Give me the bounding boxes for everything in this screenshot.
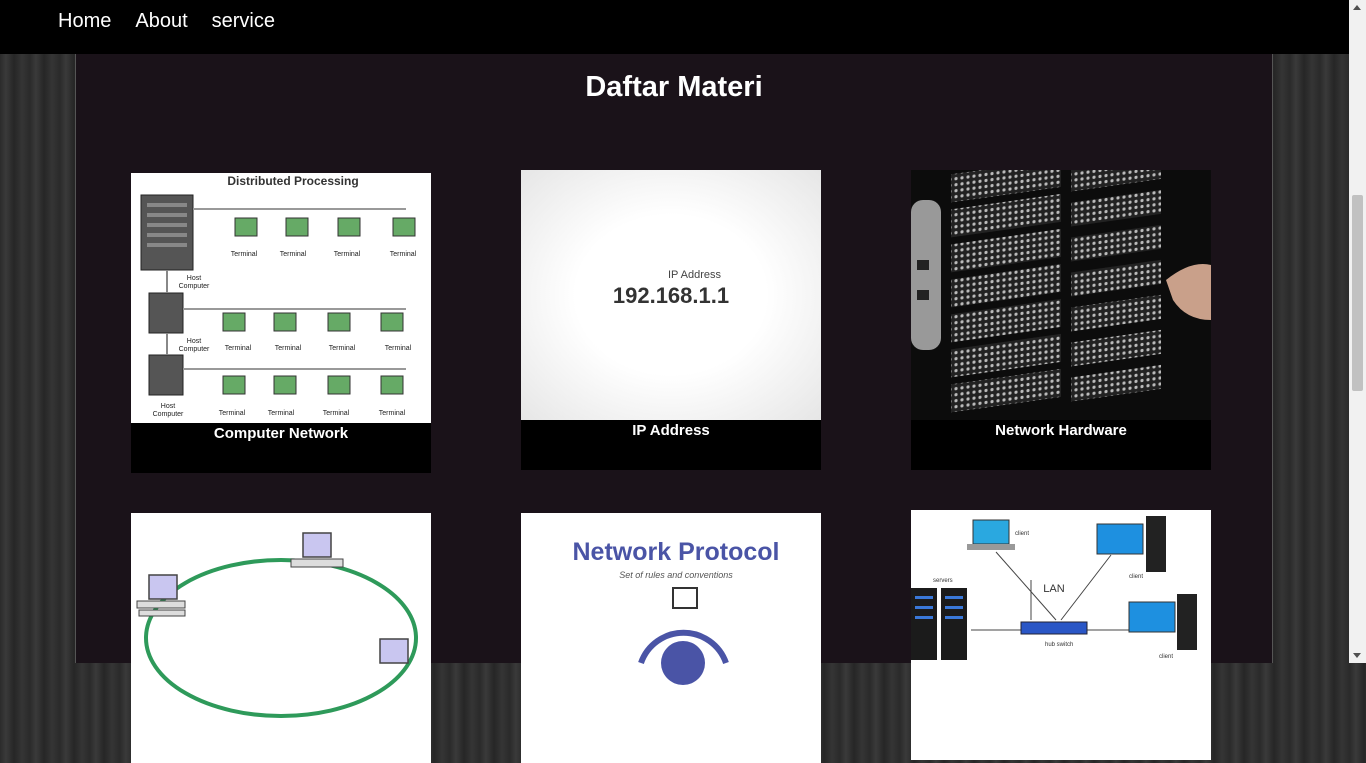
vertical-scrollbar[interactable] — [1349, 0, 1366, 663]
ip-caption: IP Address — [668, 269, 721, 281]
scroll-up-arrow-icon[interactable] — [1353, 5, 1361, 10]
card-network-protocol[interactable]: Network Protocol Set of rules and conven… — [521, 513, 821, 763]
protocol-subtitle: Set of rules and conventions — [619, 570, 733, 580]
card-label: Computer Network — [213, 425, 349, 442]
svg-text:Terminal: Terminal — [329, 345, 356, 352]
card-network-hardware[interactable]: Network Hardware — [911, 170, 1211, 470]
diagram-title: Distributed Processing — [227, 174, 358, 188]
lan-diagram-image: LAN client client servers hub switch cli… — [911, 510, 1211, 760]
ip-value: 192.168.1.1 — [613, 283, 729, 308]
card-ip-address[interactable]: IP Address 192.168.1.1 IP Address — [521, 170, 821, 470]
nav-service-link[interactable]: service — [212, 9, 275, 33]
svg-text:Terminal: Terminal — [390, 251, 417, 258]
top-navbar: Home About service — [0, 0, 1349, 54]
svg-text:Computer: Computer — [179, 346, 210, 353]
svg-text:Terminal: Terminal — [219, 410, 246, 417]
svg-text:Terminal: Terminal — [323, 410, 350, 417]
svg-text:Terminal: Terminal — [225, 345, 252, 352]
card-label: IP Address — [632, 422, 710, 439]
card-computer-network[interactable]: Distributed Processing Terminal Terminal… — [131, 173, 431, 473]
svg-text:Terminal: Terminal — [334, 251, 361, 258]
content-panel: Daftar Materi Distributed Processing Ter… — [75, 54, 1273, 763]
svg-text:hub switch: hub switch — [1045, 642, 1073, 648]
svg-text:Terminal: Terminal — [268, 410, 295, 417]
svg-text:servers: servers — [933, 578, 953, 584]
distributed-processing-image: Distributed Processing Terminal Terminal… — [131, 173, 431, 423]
svg-text:Computer: Computer — [179, 283, 210, 290]
svg-text:client: client — [1129, 574, 1143, 580]
nav-about-link[interactable]: About — [135, 9, 187, 33]
page-title: Daftar Materi — [585, 71, 763, 103]
protocol-title: Network Protocol — [573, 538, 780, 566]
svg-text:Computer: Computer — [153, 411, 184, 418]
scroll-down-arrow-icon[interactable] — [1353, 653, 1361, 658]
svg-text:Host: Host — [187, 338, 201, 345]
ip-address-image: IP Address 192.168.1.1 — [521, 170, 821, 420]
scroll-thumb[interactable] — [1352, 195, 1363, 391]
svg-text:Terminal: Terminal — [379, 410, 406, 417]
svg-text:Terminal: Terminal — [280, 251, 307, 258]
card-ring-topology[interactable] — [131, 513, 431, 763]
card-lan[interactable]: LAN client client servers hub switch cli… — [911, 510, 1211, 760]
svg-text:Host: Host — [161, 403, 175, 410]
network-protocol-image: Network Protocol Set of rules and conven… — [521, 513, 821, 763]
lan-label: LAN — [1043, 583, 1064, 595]
card-label: Network Hardware — [995, 422, 1127, 439]
svg-text:Terminal: Terminal — [231, 251, 258, 258]
svg-text:Terminal: Terminal — [385, 345, 412, 352]
svg-text:Host: Host — [187, 275, 201, 282]
svg-text:client: client — [1015, 531, 1029, 537]
nav-links: Home About service — [58, 9, 299, 33]
server-rack-photo — [911, 170, 1211, 420]
nav-home-link[interactable]: Home — [58, 9, 111, 33]
svg-text:Terminal: Terminal — [275, 345, 302, 352]
ring-topology-image — [131, 513, 431, 763]
svg-text:client: client — [1159, 654, 1173, 660]
